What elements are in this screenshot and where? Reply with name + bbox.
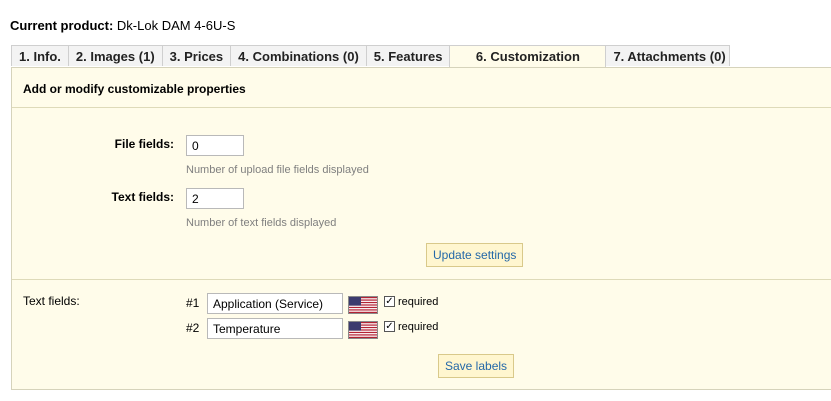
- required-label: required: [398, 321, 439, 333]
- required-label: required: [398, 296, 439, 308]
- text-field-label-input[interactable]: [207, 293, 343, 314]
- divider: [12, 279, 831, 280]
- required-checkbox[interactable]: ✓: [384, 296, 395, 307]
- divider: [12, 107, 831, 108]
- customization-panel: Add or modify customizable properties Fi…: [11, 67, 831, 390]
- text-fields-input[interactable]: [186, 188, 244, 209]
- panel-legend: Add or modify customizable properties: [23, 82, 246, 96]
- tab-info[interactable]: 1. Info.: [11, 45, 69, 66]
- text-fields-label: Text fields:: [111, 190, 174, 204]
- current-product-label: Current product:: [10, 18, 114, 33]
- text-fields-hint: Number of text fields displayed: [186, 217, 337, 229]
- file-fields-input[interactable]: [186, 135, 244, 156]
- text-field-number: #2: [186, 321, 200, 335]
- text-field-number: #1: [186, 296, 200, 310]
- text-fields-section-label: Text fields:: [23, 294, 80, 308]
- tab-features[interactable]: 5. Features: [365, 45, 451, 66]
- tab-customization[interactable]: 6. Customization: [449, 45, 607, 68]
- required-checkbox[interactable]: ✓: [384, 321, 395, 332]
- product-tabs: 1. Info. 2. Images (1) 3. Prices 4. Comb…: [11, 45, 731, 68]
- save-labels-button[interactable]: Save labels: [438, 354, 515, 378]
- product-name: Dk-Lok DAM 4-6U-S: [116, 18, 236, 33]
- text-field-label-input[interactable]: [207, 318, 343, 339]
- update-settings-button[interactable]: Update settings: [426, 243, 524, 267]
- file-fields-hint: Number of upload file fields displayed: [186, 164, 369, 176]
- tab-attachments[interactable]: 7. Attachments (0): [605, 45, 731, 66]
- tab-images[interactable]: 2. Images (1): [67, 45, 163, 66]
- tab-combinations[interactable]: 4. Combinations (0): [230, 45, 367, 66]
- us-flag-icon[interactable]: [348, 321, 378, 339]
- file-fields-label: File fields:: [114, 137, 174, 151]
- current-product: Current product: Dk-Lok DAM 4-6U-S: [10, 18, 235, 33]
- tab-prices[interactable]: 3. Prices: [161, 45, 232, 66]
- us-flag-icon[interactable]: [348, 296, 378, 314]
